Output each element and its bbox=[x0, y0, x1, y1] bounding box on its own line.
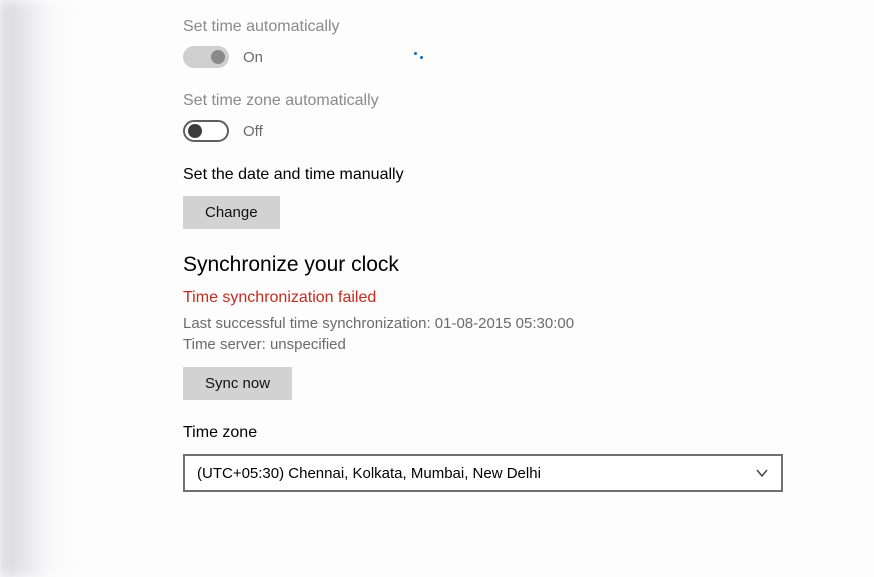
change-button[interactable]: Change bbox=[183, 196, 280, 229]
sync-info: Last successful time synchronization: 01… bbox=[183, 313, 793, 355]
set-time-auto-toggle[interactable] bbox=[183, 46, 229, 68]
timezone-dropdown[interactable]: (UTC+05:30) Chennai, Kolkata, Mumbai, Ne… bbox=[183, 454, 783, 492]
synchronize-clock-block: Synchronize your clock Time synchronizat… bbox=[183, 253, 793, 400]
timezone-block: Time zone (UTC+05:30) Chennai, Kolkata, … bbox=[183, 424, 793, 492]
set-manually-block: Set the date and time manually Change bbox=[183, 166, 793, 229]
set-timezone-auto-label: Set time zone automatically bbox=[183, 92, 793, 110]
set-timezone-auto-toggle-row: Off bbox=[183, 120, 793, 142]
synchronize-heading: Synchronize your clock bbox=[183, 253, 793, 277]
set-time-auto-status: On bbox=[243, 49, 263, 66]
toggle-knob-icon bbox=[211, 50, 225, 64]
set-timezone-auto-status: Off bbox=[243, 123, 263, 140]
set-time-auto-label: Set time automatically bbox=[183, 18, 793, 36]
timezone-value: (UTC+05:30) Chennai, Kolkata, Mumbai, Ne… bbox=[197, 465, 541, 482]
set-timezone-automatically-block: Set time zone automatically Off bbox=[183, 92, 793, 142]
set-time-auto-toggle-row: On bbox=[183, 46, 793, 68]
set-manually-label: Set the date and time manually bbox=[183, 166, 793, 184]
toggle-knob-icon bbox=[188, 124, 202, 138]
chevron-down-icon bbox=[755, 466, 769, 480]
last-sync-line: Last successful time synchronization: 01… bbox=[183, 313, 793, 334]
blurred-left-edge bbox=[0, 0, 82, 577]
set-timezone-auto-toggle[interactable] bbox=[183, 120, 229, 142]
sync-error-text: Time synchronization failed bbox=[183, 289, 793, 307]
sync-now-button[interactable]: Sync now bbox=[183, 367, 292, 400]
timezone-label: Time zone bbox=[183, 424, 793, 442]
time-server-line: Time server: unspecified bbox=[183, 334, 793, 355]
datetime-settings-panel: Set time automatically On Set time zone … bbox=[183, 18, 793, 516]
loading-spinner-icon bbox=[408, 52, 426, 70]
set-time-automatically-block: Set time automatically On bbox=[183, 18, 793, 68]
